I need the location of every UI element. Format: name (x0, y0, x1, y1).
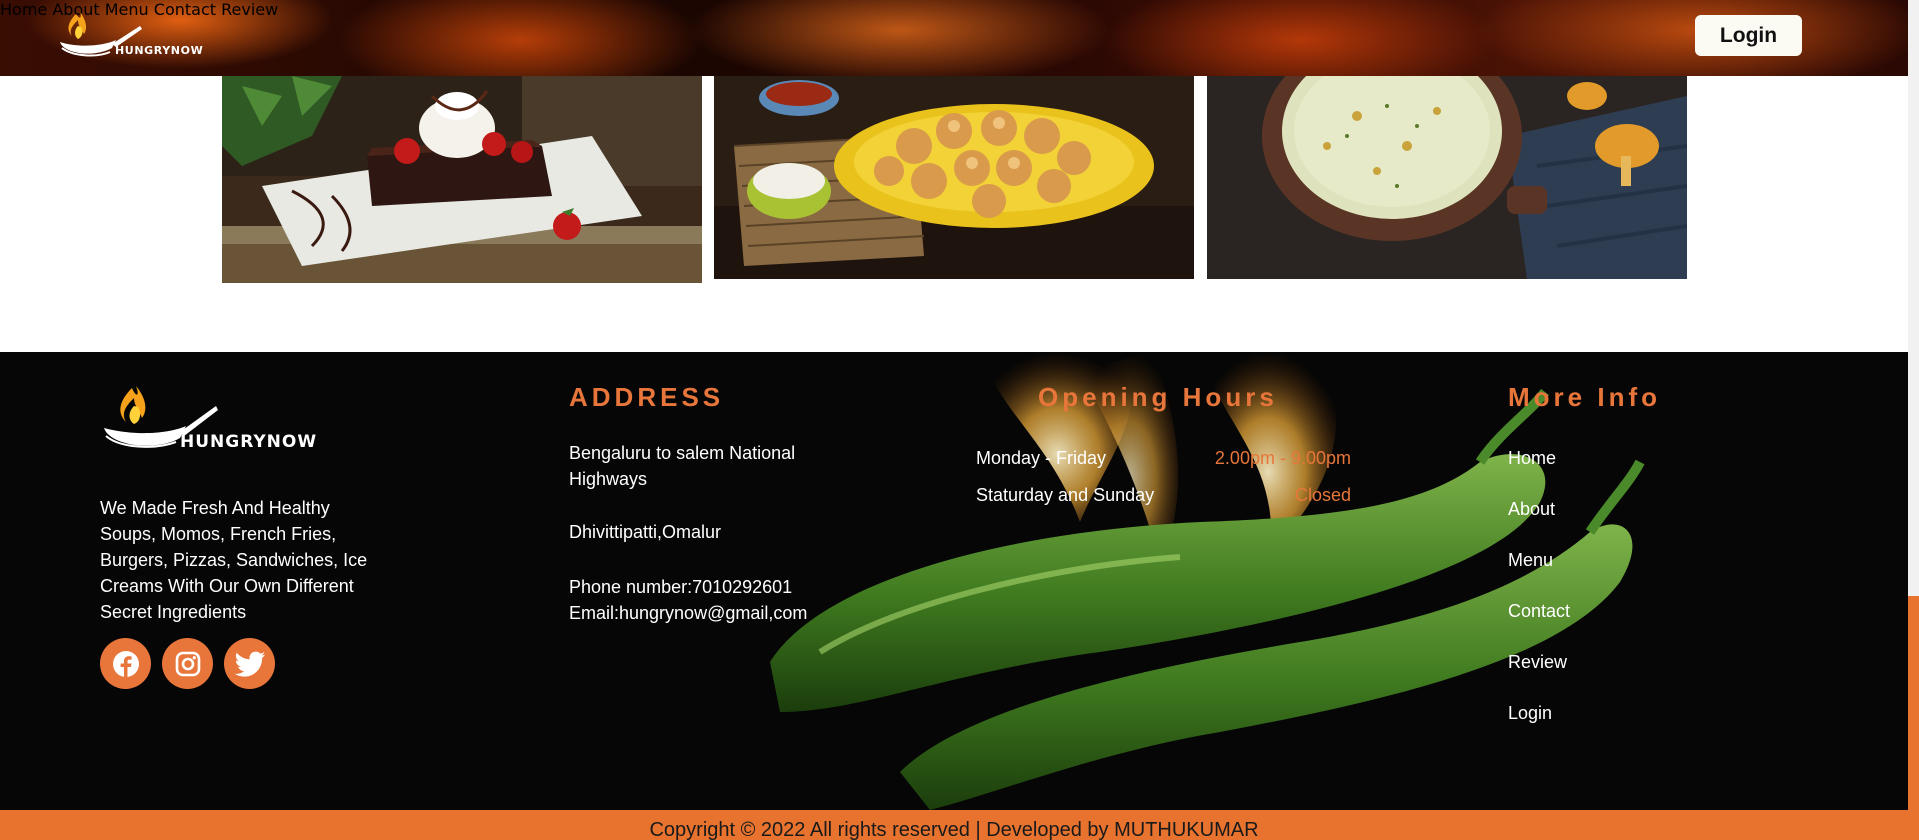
address-phone: Phone number:7010292601 (569, 577, 793, 597)
footer-link-login[interactable]: Login (1508, 703, 1552, 724)
hours-day: Monday - Friday (976, 448, 1107, 468)
site-footer: HUNGRYNOW We Made Fresh And Healthy Soup… (0, 352, 1908, 810)
copyright-bar: Copyright © 2022 All rights reserved | D… (0, 810, 1908, 840)
footer-link-about[interactable]: About (1508, 499, 1555, 520)
more-info-title: More Info (1508, 382, 1661, 412)
footer-brand-name: HUNGRYNOW (180, 432, 318, 452)
footer-link-review[interactable]: Review (1508, 652, 1567, 673)
hours-title: Opening Hours (1038, 382, 1278, 412)
twitter-button[interactable] (224, 638, 275, 689)
address-email[interactable]: Email:hungrynow@gmail,com (569, 600, 807, 626)
instagram-icon (175, 651, 200, 676)
facebook-icon (112, 650, 139, 677)
hours-time: 2.00pm - 9.00pm (1214, 448, 1351, 468)
hours-time: Closed (1294, 485, 1351, 505)
footer-link-contact[interactable]: Contact (1508, 601, 1570, 622)
address-line1: Bengaluru to salem National Highways (569, 443, 796, 489)
login-button[interactable]: Login (1695, 15, 1802, 56)
gallery-image-brownie[interactable] (222, 76, 702, 283)
address-title: ADDRESS (569, 382, 725, 412)
twitter-icon (234, 651, 265, 677)
site-header: HUNGRYNOW Home About Menu Contact Review… (0, 0, 1908, 76)
address-line2: Dhivittipatti,Omalur (569, 522, 722, 542)
footer-logo[interactable]: HUNGRYNOW (100, 376, 320, 462)
nav-review[interactable]: Review (221, 0, 278, 19)
brand-name: HUNGRYNOW (115, 44, 204, 57)
footer-link-menu[interactable]: Menu (1508, 550, 1553, 571)
gallery-image-soup[interactable] (1207, 76, 1687, 279)
hours-day: Staturday and Sunday (976, 485, 1155, 505)
gallery-image-momos[interactable] (714, 76, 1194, 279)
footer-link-home[interactable]: Home (1508, 448, 1556, 469)
instagram-button[interactable] (162, 638, 213, 689)
scrollbar-thumb[interactable] (1908, 596, 1919, 840)
facebook-button[interactable] (100, 638, 151, 689)
about-text: We Made Fresh And Healthy Soups, Momos, … (100, 498, 368, 622)
nav-home[interactable]: Home (0, 0, 47, 19)
